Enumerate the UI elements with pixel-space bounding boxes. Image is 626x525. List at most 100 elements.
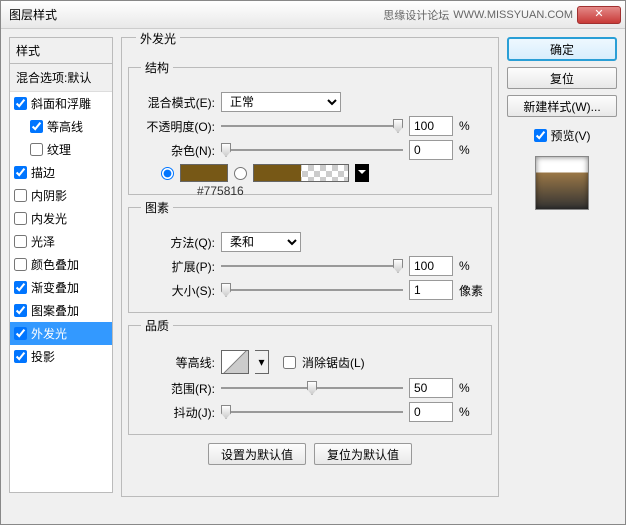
style-item[interactable]: 内阴影	[10, 184, 112, 207]
style-checkbox[interactable]	[14, 258, 27, 271]
range-input[interactable]	[409, 378, 453, 398]
opacity-slider[interactable]	[221, 118, 403, 134]
style-label: 投影	[31, 348, 55, 365]
method-select[interactable]: 柔和	[221, 232, 301, 252]
opacity-label: 不透明度(O):	[137, 118, 215, 135]
color-hex-label: #775816	[197, 184, 244, 198]
titlebar[interactable]: 图层样式 思缘设计论坛 WWW.MISSYUAN.COM ✕	[1, 1, 625, 29]
structure-group: 结构 混合模式(E): 正常 不透明度(O): % 杂色(N):	[128, 59, 492, 195]
style-checkbox[interactable]	[14, 235, 27, 248]
spread-slider[interactable]	[221, 258, 403, 274]
style-checkbox[interactable]	[14, 212, 27, 225]
style-checkbox[interactable]	[14, 97, 27, 110]
new-style-button[interactable]: 新建样式(W)...	[507, 95, 617, 117]
right-panel: 确定 复位 新建样式(W)... 预览(V)	[507, 37, 617, 516]
style-label: 等高线	[47, 118, 83, 135]
style-label: 外发光	[31, 325, 67, 342]
quality-group: 品质 等高线: ▾ 消除锯齿(L) 范围(R): % 抖动(J):	[128, 317, 492, 435]
style-item[interactable]: 渐变叠加	[10, 276, 112, 299]
brand-url: WWW.MISSYUAN.COM	[453, 9, 573, 21]
style-label: 描边	[31, 164, 55, 181]
noise-unit: %	[459, 143, 483, 157]
opacity-unit: %	[459, 119, 483, 133]
blend-options-item[interactable]: 混合选项:默认	[10, 64, 112, 92]
style-checkbox[interactable]	[30, 120, 43, 133]
cancel-button[interactable]: 复位	[507, 67, 617, 89]
preview-thumbnail	[535, 156, 589, 210]
style-item[interactable]: 外发光	[10, 322, 112, 345]
styles-list: 混合选项:默认 斜面和浮雕等高线纹理描边内阴影内发光光泽颜色叠加渐变叠加图案叠加…	[9, 63, 113, 493]
style-item[interactable]: 描边	[10, 161, 112, 184]
style-label: 斜面和浮雕	[31, 95, 91, 112]
style-checkbox[interactable]	[14, 189, 27, 202]
style-label: 光泽	[31, 233, 55, 250]
ok-button[interactable]: 确定	[507, 37, 617, 61]
elements-legend: 图素	[141, 199, 173, 216]
elements-group: 图素 方法(Q): 柔和 扩展(P): % 大小(S):	[128, 199, 492, 313]
gradient-radio[interactable]	[234, 167, 247, 180]
structure-legend: 结构	[141, 59, 173, 76]
contour-label: 等高线:	[137, 354, 215, 371]
color-radio[interactable]	[161, 167, 174, 180]
style-item[interactable]: 等高线	[10, 115, 112, 138]
reset-default-button[interactable]: 复位为默认值	[314, 443, 412, 465]
effect-title: 外发光	[136, 30, 180, 47]
noise-label: 杂色(N):	[137, 142, 215, 159]
style-label: 颜色叠加	[31, 256, 79, 273]
blend-mode-select[interactable]: 正常	[221, 92, 341, 112]
style-checkbox[interactable]	[14, 327, 27, 340]
brand-text: 思缘设计论坛	[383, 7, 449, 23]
style-item[interactable]: 投影	[10, 345, 112, 368]
noise-input[interactable]	[409, 140, 453, 160]
style-checkbox[interactable]	[30, 143, 43, 156]
spread-label: 扩展(P):	[137, 258, 215, 275]
style-item[interactable]: 光泽	[10, 230, 112, 253]
styles-header: 样式	[9, 37, 113, 63]
contour-dropdown-icon[interactable]: ▾	[255, 350, 269, 374]
opacity-input[interactable]	[409, 116, 453, 136]
style-item[interactable]: 内发光	[10, 207, 112, 230]
style-checkbox[interactable]	[14, 166, 27, 179]
main-panel: 外发光 结构 混合模式(E): 正常 不透明度(O): % 杂色(N):	[121, 37, 499, 516]
range-slider[interactable]	[221, 380, 403, 396]
style-label: 渐变叠加	[31, 279, 79, 296]
spread-input[interactable]	[409, 256, 453, 276]
jitter-label: 抖动(J):	[137, 404, 215, 421]
style-label: 内发光	[31, 210, 67, 227]
antialias-checkbox[interactable]	[283, 356, 296, 369]
noise-slider[interactable]	[221, 142, 403, 158]
style-checkbox[interactable]	[14, 304, 27, 317]
style-item[interactable]: 纹理	[10, 138, 112, 161]
style-item[interactable]: 斜面和浮雕	[10, 92, 112, 115]
quality-legend: 品质	[141, 317, 173, 334]
style-item[interactable]: 颜色叠加	[10, 253, 112, 276]
jitter-slider[interactable]	[221, 404, 403, 420]
size-slider[interactable]	[221, 282, 403, 298]
style-label: 内阴影	[31, 187, 67, 204]
style-label: 图案叠加	[31, 302, 79, 319]
make-default-button[interactable]: 设置为默认值	[208, 443, 306, 465]
size-unit: 像素	[459, 282, 483, 299]
size-label: 大小(S):	[137, 282, 215, 299]
style-item[interactable]: 图案叠加	[10, 299, 112, 322]
size-input[interactable]	[409, 280, 453, 300]
style-label: 纹理	[47, 141, 71, 158]
jitter-input[interactable]	[409, 402, 453, 422]
range-unit: %	[459, 381, 483, 395]
jitter-unit: %	[459, 405, 483, 419]
dialog-title: 图层样式	[5, 6, 383, 23]
gradient-swatch[interactable]	[253, 164, 349, 182]
preview-label: 预览(V)	[551, 127, 591, 144]
contour-picker[interactable]	[221, 350, 249, 374]
gradient-dropdown-icon[interactable]	[355, 164, 369, 182]
style-checkbox[interactable]	[14, 350, 27, 363]
close-button[interactable]: ✕	[577, 6, 621, 24]
color-swatch[interactable]	[180, 164, 228, 182]
preview-checkbox[interactable]	[534, 129, 547, 142]
range-label: 范围(R):	[137, 380, 215, 397]
antialias-label: 消除锯齿(L)	[302, 354, 365, 371]
layer-style-dialog: 图层样式 思缘设计论坛 WWW.MISSYUAN.COM ✕ 样式 混合选项:默…	[0, 0, 626, 525]
styles-panel: 样式 混合选项:默认 斜面和浮雕等高线纹理描边内阴影内发光光泽颜色叠加渐变叠加图…	[9, 37, 113, 516]
method-label: 方法(Q):	[137, 234, 215, 251]
style-checkbox[interactable]	[14, 281, 27, 294]
